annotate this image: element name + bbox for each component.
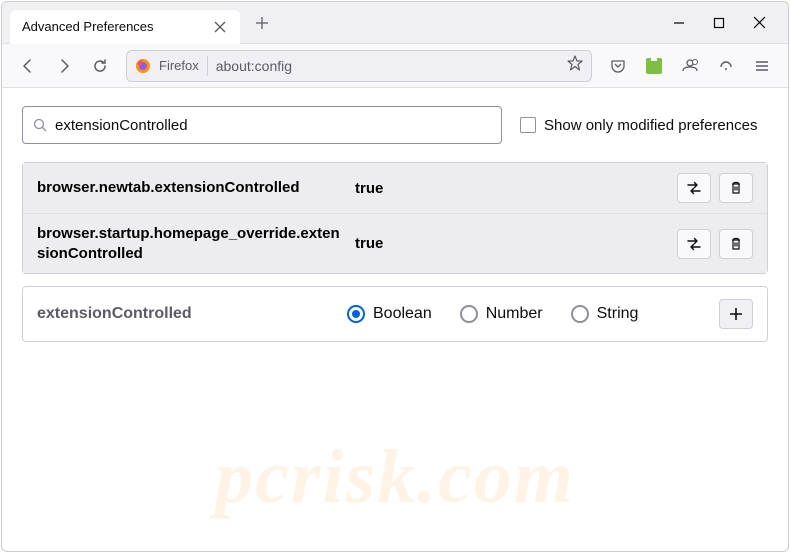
pocket-icon[interactable] <box>602 50 634 82</box>
new-tab-button[interactable] <box>248 9 276 37</box>
radio-string[interactable] <box>571 305 589 323</box>
new-preference-name: extensionControlled <box>37 305 347 323</box>
row-actions <box>677 229 753 259</box>
search-icon <box>33 118 47 132</box>
radio-label: Number <box>486 305 543 323</box>
browser-window: Advanced Preferences <box>1 1 789 552</box>
toggle-button[interactable] <box>677 229 711 259</box>
bookmark-star-icon[interactable] <box>567 55 583 76</box>
identity-label: Firefox <box>159 58 199 73</box>
radio-number[interactable] <box>460 305 478 323</box>
delete-button[interactable] <box>719 173 753 203</box>
watermark: pcrisk.com <box>2 434 788 521</box>
type-options: Boolean Number String <box>347 305 719 323</box>
address-bar[interactable]: Firefox about:config <box>126 50 592 82</box>
preference-name: browser.newtab.extensionControlled <box>37 178 347 198</box>
account-icon[interactable] <box>674 50 706 82</box>
search-row: Show only modified preferences <box>22 106 768 144</box>
url-text: about:config <box>216 58 559 74</box>
delete-button[interactable] <box>719 229 753 259</box>
search-box[interactable] <box>22 106 502 144</box>
type-option-number[interactable]: Number <box>460 305 543 323</box>
minimize-button[interactable] <box>670 14 688 32</box>
radio-label: String <box>597 305 639 323</box>
preference-row: browser.startup.homepage_override.extens… <box>23 214 767 273</box>
preference-value: true <box>347 180 677 197</box>
toggle-button[interactable] <box>677 173 711 203</box>
forward-button[interactable] <box>48 50 80 82</box>
preference-row: browser.newtab.extensionControlled true <box>23 163 767 214</box>
type-option-boolean[interactable]: Boolean <box>347 305 432 323</box>
preference-value: true <box>347 235 677 252</box>
type-option-string[interactable]: String <box>571 305 639 323</box>
new-preference-row: extensionControlled Boolean Number Strin… <box>23 287 767 341</box>
firefox-logo-icon <box>135 58 151 74</box>
maximize-button[interactable] <box>710 14 728 32</box>
close-tab-icon[interactable] <box>214 20 228 34</box>
tab-title: Advanced Preferences <box>22 19 154 34</box>
divider <box>207 56 208 76</box>
modified-only-checkbox[interactable] <box>520 117 536 133</box>
reload-button[interactable] <box>84 50 116 82</box>
search-input[interactable] <box>55 117 491 134</box>
content-area: Show only modified preferences browser.n… <box>2 88 788 360</box>
radio-label: Boolean <box>373 305 432 323</box>
new-preference-container: extensionControlled Boolean Number Strin… <box>22 286 768 342</box>
extensions-icon[interactable] <box>638 50 670 82</box>
browser-tab[interactable]: Advanced Preferences <box>10 10 240 44</box>
row-actions <box>677 173 753 203</box>
checkbox-label: Show only modified preferences <box>544 117 757 134</box>
add-button[interactable] <box>719 299 753 329</box>
back-button[interactable] <box>12 50 44 82</box>
modified-only-checkbox-group[interactable]: Show only modified preferences <box>520 117 757 134</box>
radio-boolean[interactable] <box>347 305 365 323</box>
menu-button[interactable] <box>746 50 778 82</box>
toolbar: Firefox about:config <box>2 44 788 88</box>
close-window-button[interactable] <box>750 14 768 32</box>
overflow-icon[interactable] <box>710 50 742 82</box>
preferences-table: browser.newtab.extensionControlled true … <box>22 162 768 274</box>
preference-name: browser.startup.homepage_override.extens… <box>37 224 347 263</box>
titlebar: Advanced Preferences <box>2 2 788 44</box>
window-controls <box>670 14 780 32</box>
